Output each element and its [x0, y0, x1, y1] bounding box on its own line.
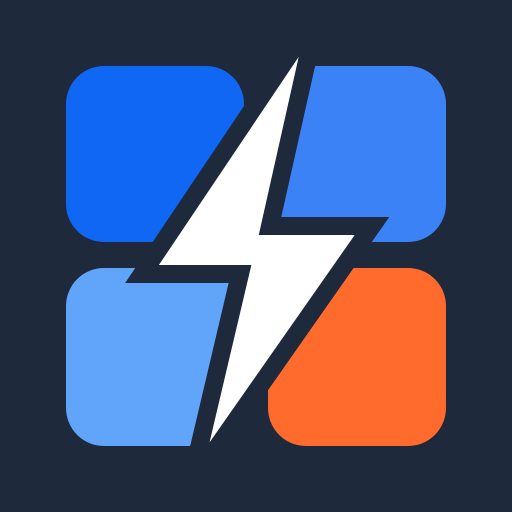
app-icon: [0, 0, 512, 512]
app-icon-graphic: [0, 0, 512, 512]
